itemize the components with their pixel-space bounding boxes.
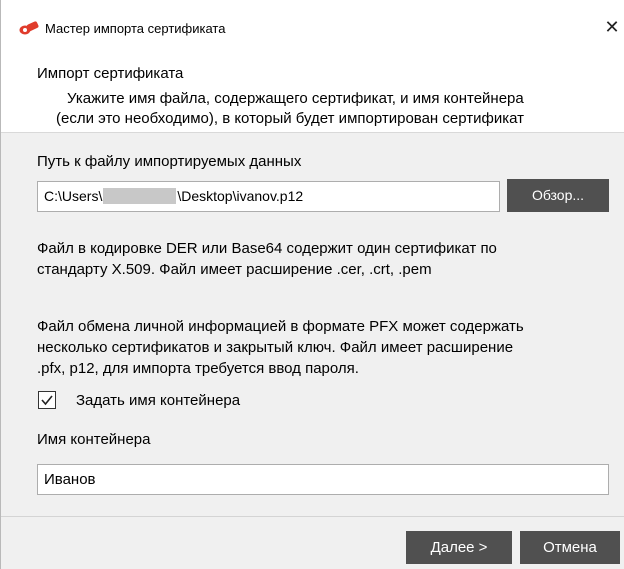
pfx-info-line-3: .pfx, p12, для импорта требуется ввод па…	[37, 360, 359, 377]
checkmark-icon	[41, 395, 53, 406]
set-container-name-label[interactable]: Задать имя контейнера	[76, 392, 240, 409]
window-title: Мастер импорта сертификата	[45, 21, 226, 36]
close-icon[interactable]: ✕	[599, 14, 624, 40]
redacted-username	[103, 188, 177, 205]
certificate-wizard-icon	[19, 21, 39, 35]
file-path-prefix: C:\Users\	[44, 188, 103, 204]
container-name-input[interactable]: Иванов	[37, 464, 609, 495]
title-bar: Мастер импорта сертификата ✕	[1, 0, 624, 47]
description-line-2: (если это необходимо), в который будет и…	[56, 110, 524, 127]
der-info-line-1: Файл в кодировке DER или Base64 содержит…	[37, 240, 497, 257]
der-info-line-2: стандарту X.509. Файл имеет расширение .…	[37, 261, 432, 278]
der-info-text: Файл в кодировке DER или Base64 содержит…	[37, 238, 497, 280]
pfx-info-line-1: Файл обмена личной информацией в формате…	[37, 318, 524, 335]
browse-button[interactable]: Обзор...	[507, 179, 609, 212]
next-button[interactable]: Далее >	[406, 531, 512, 564]
page-title: Импорт сертификата	[37, 65, 184, 82]
pfx-info-line-2: несколько сертификатов и закрытый ключ. …	[37, 339, 514, 356]
cancel-button[interactable]: Отмена	[520, 531, 620, 564]
description-line-1: Укажите имя файла, содержащего сертифика…	[67, 90, 524, 107]
import-wizard-dialog: Мастер импорта сертификата ✕ Импорт серт…	[0, 0, 624, 569]
footer-divider	[1, 516, 624, 517]
file-path-label: Путь к файлу импортируемых данных	[37, 153, 302, 170]
file-path-suffix: \Desktop\ivanov.p12	[177, 188, 304, 204]
set-container-name-checkbox[interactable]	[38, 391, 56, 409]
file-path-input[interactable]: C:\Users\ \Desktop\ivanov.p12	[37, 181, 500, 212]
container-name-label: Имя контейнера	[37, 431, 151, 448]
wizard-header: Импорт сертификата Укажите имя файла, со…	[1, 47, 624, 133]
page-description: Укажите имя файла, содержащего сертифика…	[56, 89, 623, 129]
pfx-info-text: Файл обмена личной информацией в формате…	[37, 316, 524, 379]
